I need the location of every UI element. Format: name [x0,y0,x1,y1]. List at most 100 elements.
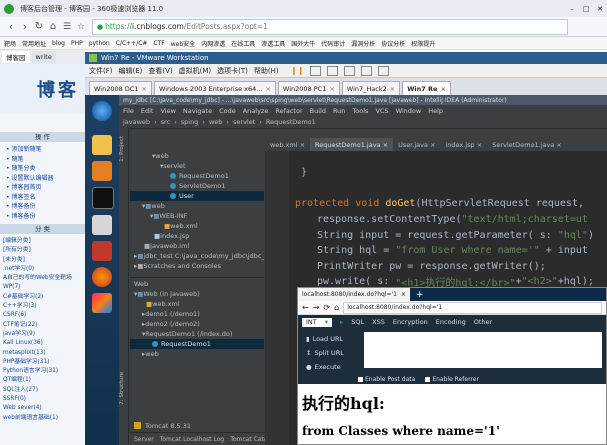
web-tree-item[interactable]: ▾ ■ Web (in javaweb) [130,289,264,299]
bookmark-item[interactable]: 协议分析 [381,39,405,48]
vmware-menu-item[interactable]: 查看(V) [148,66,172,76]
category-link[interactable]: PHP基础学习(31) [3,358,85,367]
category-link[interactable]: CTF笔记(22) [3,321,85,330]
breadcrumb-item[interactable]: javaweb [123,118,150,126]
browser-tab[interactable]: 博客园 [2,51,30,63]
category-link[interactable]: Kali Linux(36) [3,339,85,348]
category-link[interactable]: CSRF(6) [3,311,85,320]
back-icon[interactable]: ← [302,303,309,312]
refresh-icon[interactable]: ↻ [32,21,46,32]
ops-link[interactable]: • 随笔 [6,155,85,165]
idea-menu-item[interactable]: VCS [375,107,388,115]
toolbar-icon[interactable] [327,65,339,76]
close-icon[interactable]: × [440,85,445,93]
category-link[interactable]: Web sever(4) [3,404,85,413]
close-icon[interactable]: × [401,291,406,298]
execute-button[interactable]: ● Execute [306,360,364,374]
idea-menu-item[interactable]: Refactor [275,107,302,115]
tomcat-localhost-log-tab[interactable]: Tomcat Localhost Log [160,436,225,443]
vmware-menu-item[interactable]: 选项卡(T) [217,66,248,76]
category-link[interactable]: metasploit(13) [3,349,85,358]
refresh-icon[interactable]: ⟳ [323,303,330,312]
hackbar-url-textarea[interactable] [364,332,602,368]
tree-item[interactable]: ▾ web [130,151,264,161]
tree-item[interactable]: ▾ ■ WEB-INF [130,211,264,221]
bookmark-item[interactable]: 权限提升 [411,39,435,48]
ops-link[interactable]: • 博客备份 [6,212,85,222]
pause-icon[interactable]: ❙❙ [291,66,304,75]
close-icon[interactable]: × [265,85,270,93]
close-icon[interactable]: × [142,85,147,93]
editor-tab[interactable]: User.java × [393,138,440,151]
toolbar-icon[interactable] [344,65,356,76]
category-link[interactable]: [未分类] [3,256,85,265]
bookmark-item[interactable]: 常用地址 [22,39,46,48]
forward-icon[interactable]: → [313,303,320,312]
idea-menu-item[interactable]: Tools [352,107,368,115]
bookmark-item[interactable]: CTF [153,40,164,47]
tree-item[interactable]: ■ web.xml [130,221,264,231]
load-url-button[interactable]: ▮ Load URL [306,332,364,346]
toolbar-icon[interactable] [378,65,390,76]
toolbar-icon[interactable] [361,65,373,76]
tree-item[interactable]: ▸ ■ jdbc_test C:\java_code\my_jdbc\jdbc_… [130,251,264,261]
forward-icon[interactable]: › [18,20,32,33]
ops-link[interactable]: • 博客园首页 [6,183,85,193]
split-url-button[interactable]: ↕ Split URL [306,346,364,360]
close-icon[interactable]: ✕ [593,5,607,13]
breadcrumb-item[interactable]: RequestDemo1 [266,118,316,126]
vm-tab[interactable]: Win7 Re × [402,81,451,96]
ops-link[interactable]: • 博客备份 [6,202,85,212]
tree-item[interactable]: ■ index.jsp [130,231,264,241]
idea-menu-item[interactable]: Help [428,107,443,115]
close-icon[interactable]: × [390,85,395,93]
vm-tab[interactable]: Win2008 PC1 × [277,81,340,96]
breadcrumb-item[interactable]: servlet [233,118,255,126]
vm-guest-screen[interactable]: my_jdbc [C:\java_code\my_jdbc] - ...\jav… [85,95,607,445]
web-tree-item[interactable]: ▸ demo2 (/demo2) [130,319,264,329]
hackbar-menu-item[interactable]: Encryption [393,318,428,326]
category-link[interactable]: .net学习(0) [3,265,85,274]
web-tree-item[interactable]: ▸ web [130,349,264,359]
start-orb-icon[interactable] [92,101,112,121]
tree-item[interactable]: ▾ servlet [130,161,264,171]
category-link[interactable]: QT编程(1) [3,376,85,385]
ops-link[interactable]: • 随笔分类 [6,164,85,174]
bookmark-item[interactable]: 在线工具 [231,39,255,48]
bookmark-item[interactable]: PHP [71,40,83,47]
back-icon[interactable]: ‹ [4,20,18,33]
category-link[interactable]: [所有分类] [3,246,85,255]
vmware-menu-item[interactable]: 帮助(H) [254,66,279,76]
category-link[interactable]: SSRF(0) [3,395,85,404]
firefox-icon[interactable] [92,267,112,287]
server-tab[interactable]: Server [134,436,154,443]
explorer-icon[interactable] [92,135,112,155]
category-link[interactable]: C++学习(3) [3,302,85,311]
star-icon[interactable]: ☆ [74,22,88,32]
home-icon[interactable]: ⌂ [334,303,339,312]
breadcrumb-item[interactable]: web [209,118,222,126]
cmd-icon[interactable] [92,187,114,209]
tree-item[interactable]: ▸ ■ Scratches and Consoles [130,261,264,271]
category-link[interactable]: java学习(9) [3,330,85,339]
vm-tab[interactable]: Windows 2003 Enterprise x64... × [153,81,276,96]
editor-tab[interactable]: ServletDemo1.java × [487,138,567,151]
new-tab-icon[interactable]: + [416,290,424,300]
bookmark-item[interactable]: C/C++/C# [116,40,148,47]
bookmark-item[interactable]: 代码审计 [321,39,345,48]
tree-item[interactable]: RequestDemo1 [130,171,264,181]
editor-tab[interactable]: web.xml × [265,138,310,151]
web-tree-item[interactable]: ■ web.xml [130,299,264,309]
hackbar-menu-item[interactable]: Other [474,318,492,326]
editor-tab[interactable]: RequestDemo1.java × [310,138,394,151]
intellij-icon[interactable] [92,293,112,313]
app-icon[interactable] [92,215,112,235]
hackbar-menu-item[interactable]: SQL [351,318,364,326]
vmware-menu-item[interactable]: 编辑(E) [119,66,143,76]
project-side-tab[interactable]: 1: Project [119,136,125,162]
structure-side-tab[interactable]: 7: Structure [119,372,125,405]
tree-item[interactable]: ▾ ■ web [130,201,264,211]
category-link[interactable]: [编辑分类] [3,237,85,246]
idea-menu-item[interactable]: View [160,107,175,115]
idea-menu-item[interactable]: File [123,107,134,115]
